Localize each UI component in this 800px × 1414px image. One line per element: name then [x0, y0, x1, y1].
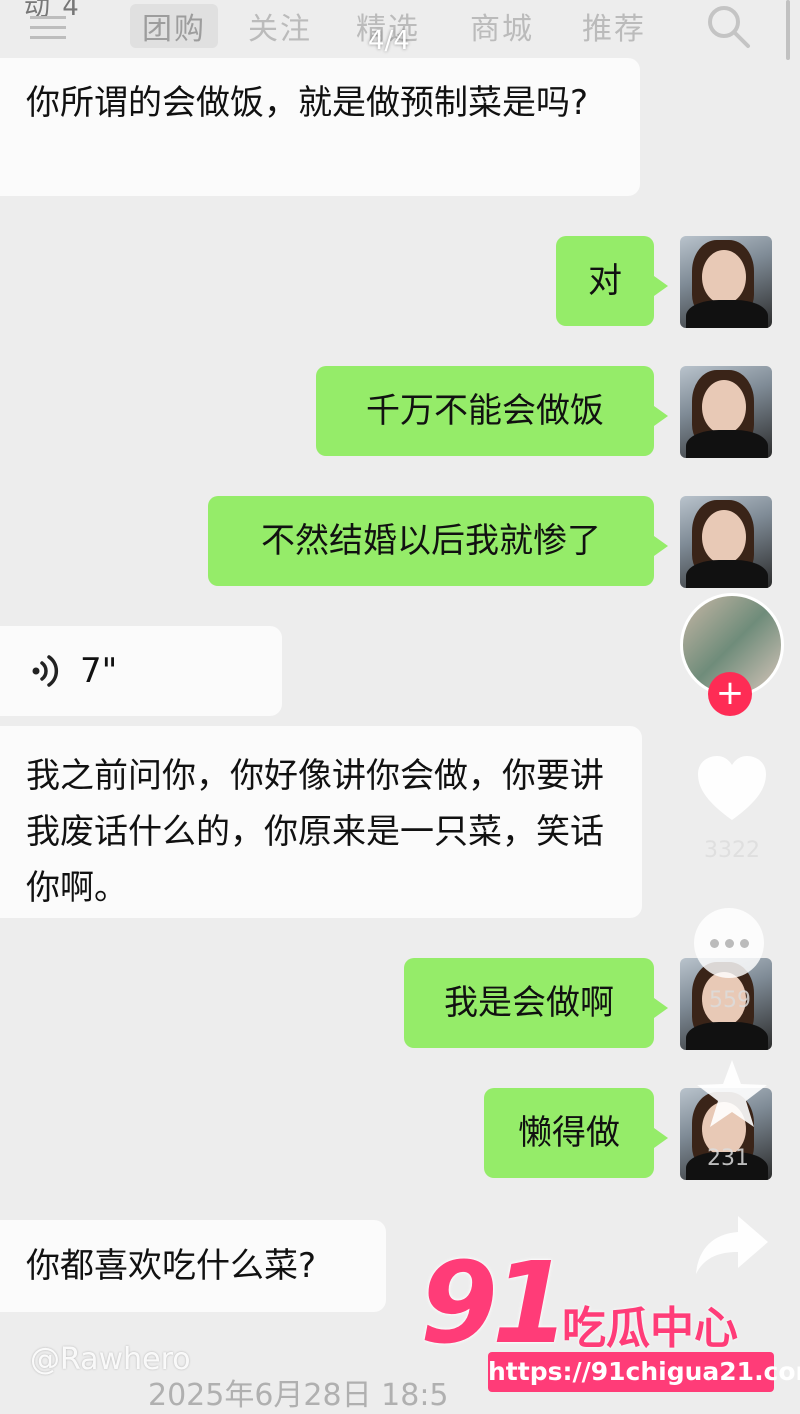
message-outgoing-4: 不然结婚以后我就惨了 — [208, 496, 668, 586]
message-text: 我是会做啊 — [444, 983, 614, 1023]
comment-count: 559 — [709, 988, 751, 1013]
menu-icon[interactable] — [30, 16, 66, 46]
heart-icon[interactable] — [694, 752, 770, 828]
message-outgoing-2: 对 — [556, 236, 668, 326]
scrollbar[interactable] — [786, 0, 790, 60]
like-count: 3322 — [704, 838, 760, 863]
message-text: 我之前问你，你好像讲你会做，你要讲我废话什么的，你原来是一只菜，笑话你啊。 — [26, 756, 604, 908]
message-outgoing-8: 懒得做 — [484, 1088, 668, 1178]
favorite-count: 231 — [707, 1146, 749, 1171]
tab-group-buy[interactable]: 团购 — [130, 4, 218, 48]
message-incoming-1: 你所谓的会做饭，就是做预制菜是吗? — [0, 58, 640, 196]
message-text: 千万不能会做饭 — [366, 391, 604, 431]
voice-wave-icon — [32, 655, 59, 687]
message-outgoing-3: 千万不能会做饭 — [316, 366, 668, 456]
message-text: 你所谓的会做饭，就是做预制菜是吗? — [26, 83, 589, 123]
message-text: 不然结婚以后我就惨了 — [261, 521, 601, 561]
voice-message[interactable]: 7" — [0, 626, 282, 716]
avatar[interactable] — [680, 236, 772, 328]
tab-mall[interactable]: 商城 — [470, 4, 534, 48]
timestamp: 2025年6月28日 18:5 — [148, 1378, 449, 1413]
watermark-number: 91 — [420, 1239, 570, 1369]
tab-following[interactable]: 关注 — [248, 4, 312, 48]
comment-icon[interactable] — [694, 908, 764, 978]
message-text: 懒得做 — [518, 1113, 620, 1153]
avatar[interactable] — [680, 496, 772, 588]
message-incoming-9: 你都喜欢吃什么菜? — [0, 1220, 386, 1312]
search-icon[interactable] — [704, 2, 752, 50]
message-text: 对 — [588, 261, 622, 301]
message-incoming-6: 我之前问你，你好像讲你会做，你要讲我废话什么的，你原来是一只菜，笑话你啊。 — [0, 726, 642, 918]
follow-plus-button[interactable]: + — [708, 672, 752, 716]
message-outgoing-7: 我是会做啊 — [404, 958, 668, 1048]
watermark-text: 吃瓜中心 — [562, 1303, 738, 1354]
tab-recommend[interactable]: 推荐 — [582, 4, 646, 48]
voice-duration: 7" — [80, 651, 118, 691]
image-pager: 4/4 — [368, 26, 410, 56]
share-icon[interactable] — [692, 1210, 772, 1280]
avatar[interactable] — [680, 366, 772, 458]
message-text: 你都喜欢吃什么菜? — [26, 1246, 317, 1286]
star-icon[interactable] — [694, 1056, 770, 1132]
watermark-url: https://91chigua21.com — [488, 1352, 800, 1392]
